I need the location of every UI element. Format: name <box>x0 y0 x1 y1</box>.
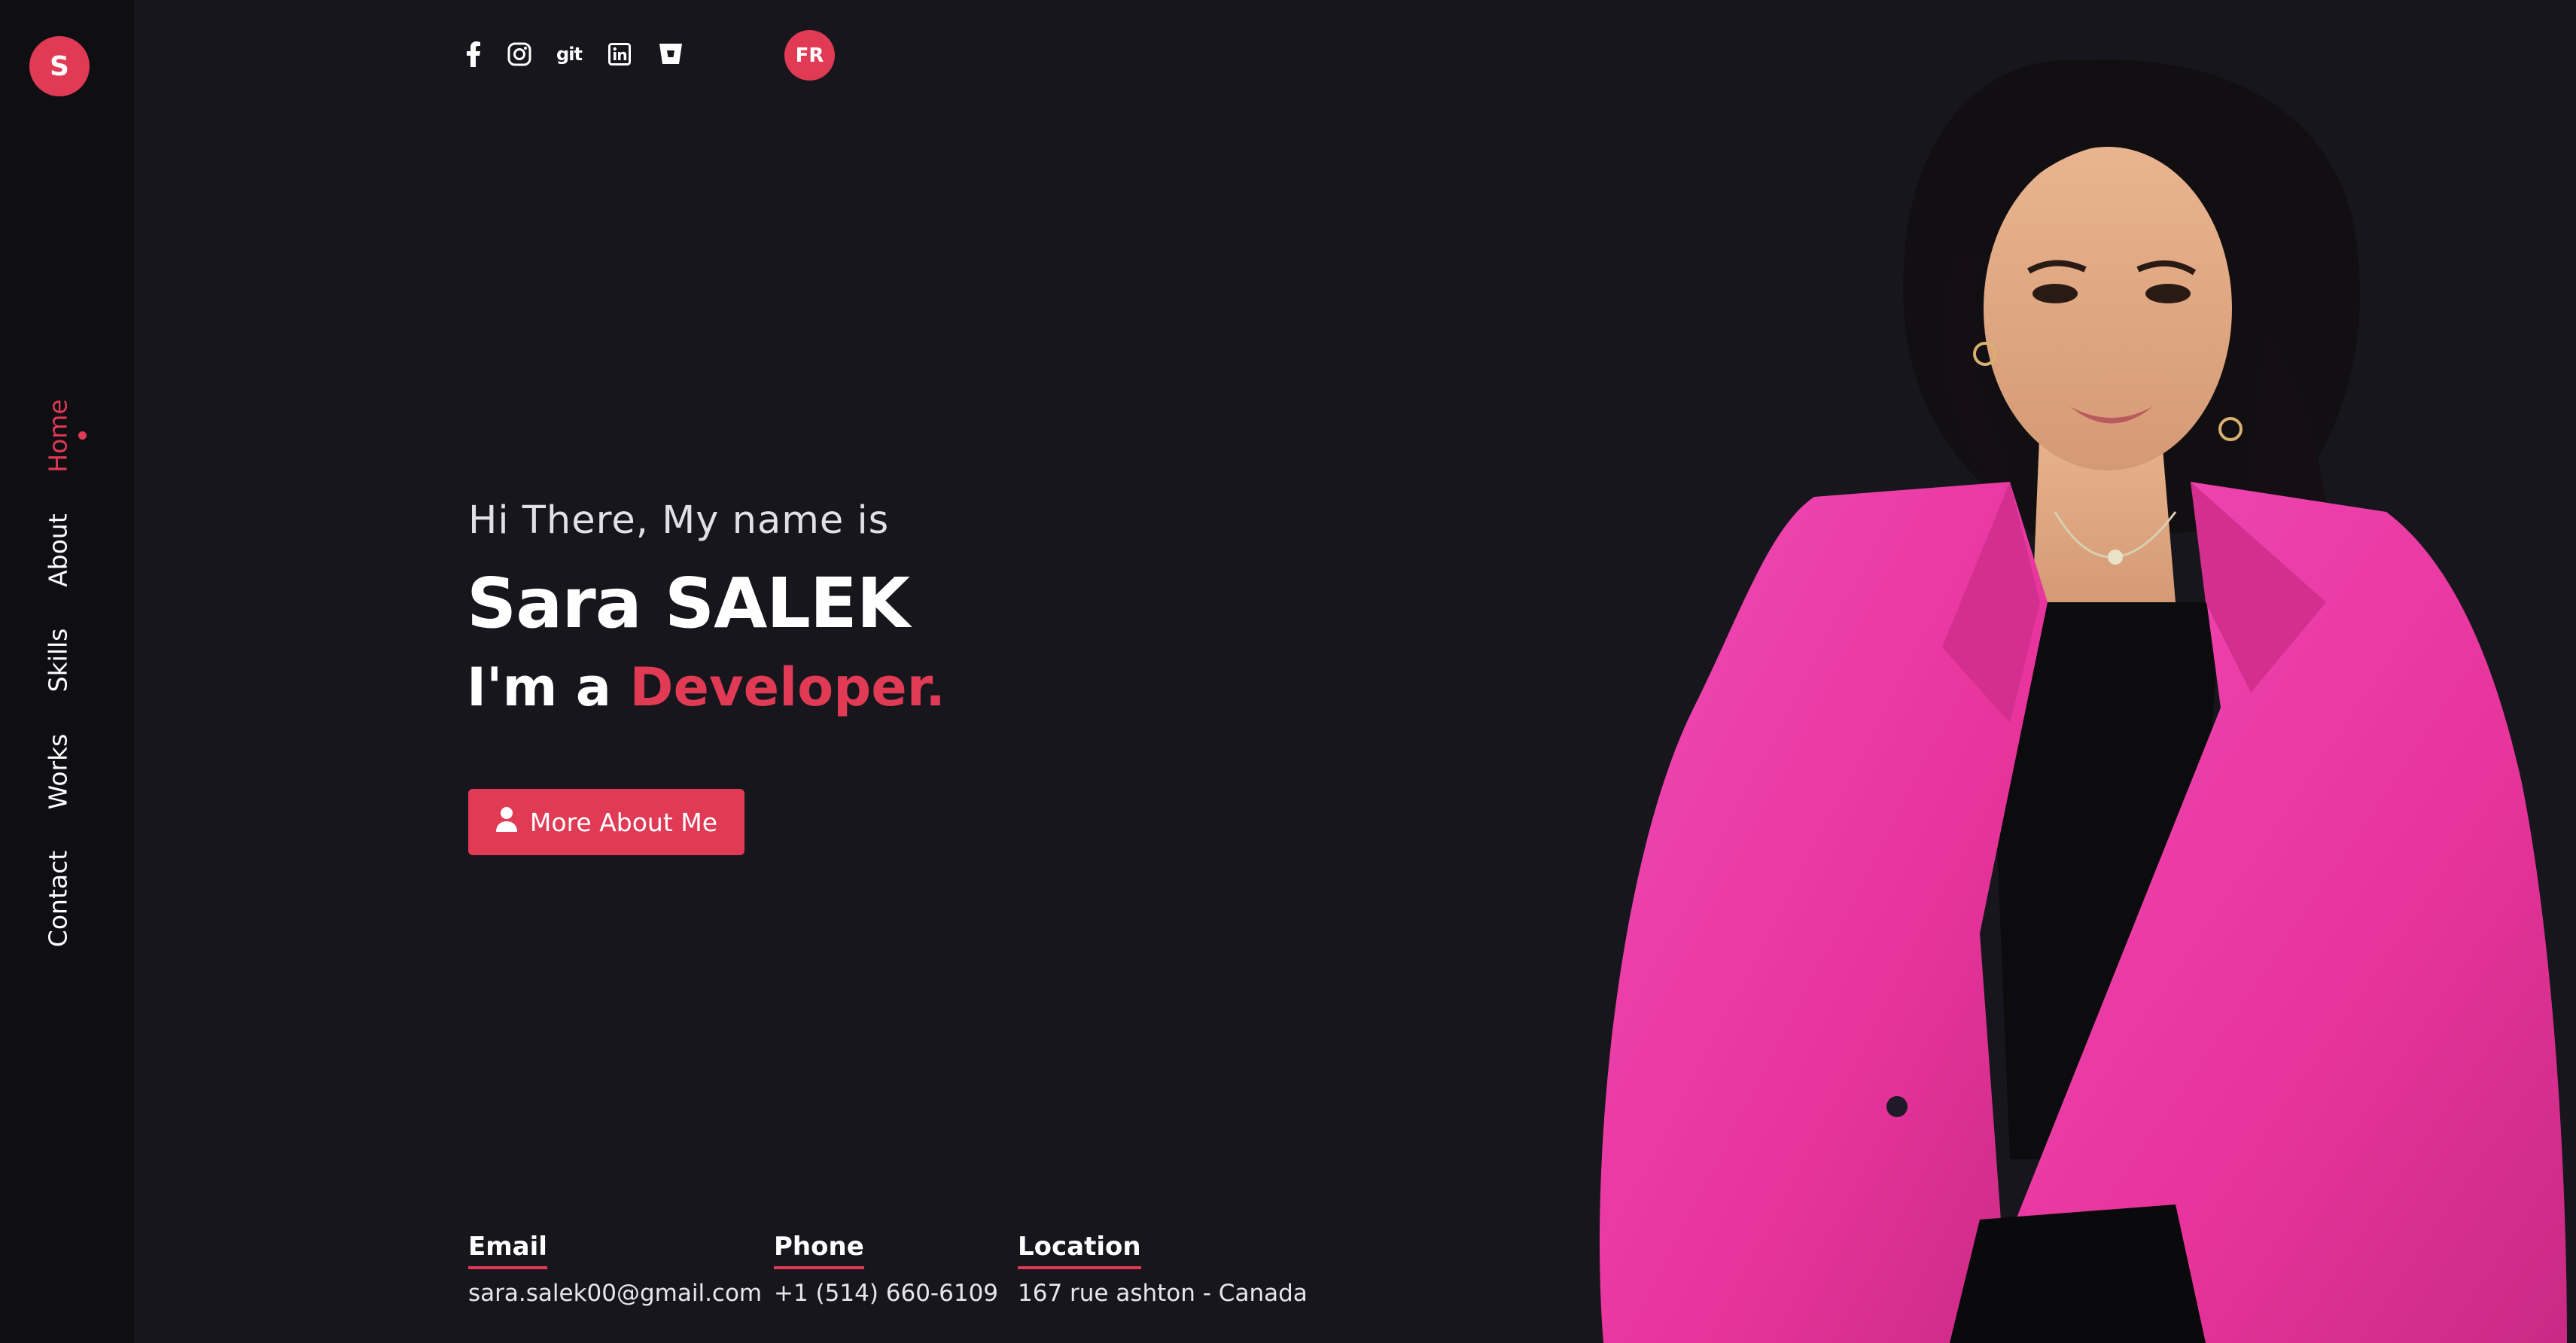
facebook-icon[interactable] <box>458 39 489 69</box>
more-about-me-label: More About Me <box>529 807 718 837</box>
phone-value[interactable]: +1 (514) 660-6109 <box>774 1280 998 1307</box>
sidebar: S Home About Skills Works Contact <box>0 0 134 1343</box>
language-switch-button[interactable]: FR <box>784 30 835 81</box>
role-highlight: Developer. <box>629 656 945 718</box>
instagram-icon[interactable] <box>504 39 534 69</box>
hero-role: I'm a Developer. <box>467 656 945 718</box>
user-icon <box>495 806 518 838</box>
git-icon[interactable]: git <box>554 39 584 69</box>
nav-item-skills[interactable]: Skills <box>44 629 73 693</box>
logo[interactable]: S <box>29 36 90 96</box>
linkedin-icon[interactable] <box>604 39 635 69</box>
nav-item-home[interactable]: Home <box>44 399 73 472</box>
profile-photo <box>1588 30 2576 1343</box>
hero-name: Sara SALEK <box>467 563 910 644</box>
bitbucket-icon[interactable] <box>656 39 686 69</box>
email-label: Email <box>468 1232 547 1269</box>
active-indicator-dot <box>78 431 87 440</box>
email-value[interactable]: sara.salek00@gmail.com <box>468 1280 762 1307</box>
location-label: Location <box>1018 1232 1141 1269</box>
greeting-text: Hi There, My name is <box>468 498 890 543</box>
nav-item-contact[interactable]: Contact <box>44 851 73 947</box>
phone-label: Phone <box>774 1232 864 1269</box>
more-about-me-button[interactable]: More About Me <box>468 789 744 855</box>
nav-item-works[interactable]: Works <box>44 734 73 810</box>
location-value: 167 rue ashton - Canada <box>1018 1280 1308 1307</box>
role-prefix: I'm a <box>467 656 630 718</box>
nav-item-about[interactable]: About <box>44 513 73 587</box>
